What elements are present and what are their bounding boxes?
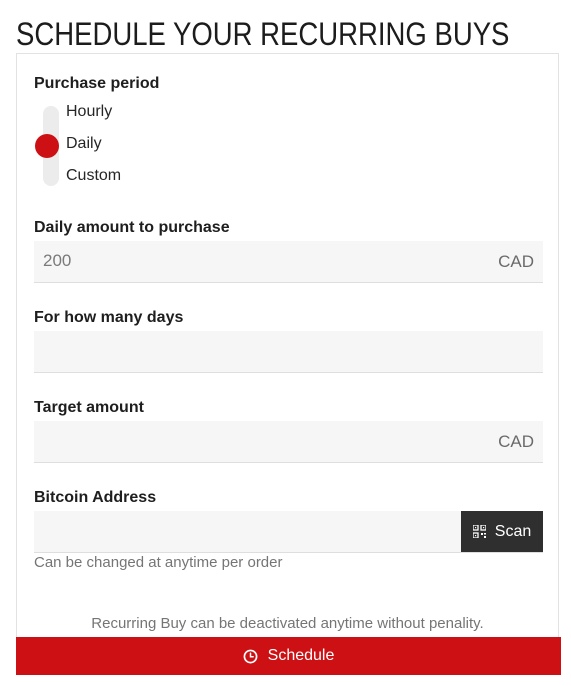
page-title: SCHEDULE YOUR RECURRING BUYS xyxy=(16,16,510,52)
period-option-custom[interactable]: Custom xyxy=(66,167,121,185)
period-option-daily[interactable]: Daily xyxy=(66,135,102,153)
deactivation-note: Recurring Buy can be deactivated anytime… xyxy=(91,615,484,632)
target-amount-input[interactable] xyxy=(34,421,474,461)
bitcoin-address-field: Scan xyxy=(34,511,543,553)
scan-button[interactable]: Scan xyxy=(461,511,543,552)
bitcoin-address-label: Bitcoin Address xyxy=(34,489,157,506)
daily-amount-input[interactable] xyxy=(34,241,474,281)
schedule-button[interactable]: Schedule xyxy=(16,637,561,675)
period-option-hourly[interactable]: Hourly xyxy=(66,103,112,121)
address-help-text: Can be changed at anytime per order xyxy=(34,554,283,571)
target-amount-field: CAD xyxy=(34,421,543,463)
daily-amount-unit: CAD xyxy=(498,252,534,271)
target-amount-label: Target amount xyxy=(34,399,144,416)
period-slider-knob[interactable] xyxy=(35,134,59,158)
recurring-buy-form: Purchase period Hourly Daily Custom Dail… xyxy=(16,53,559,637)
target-amount-unit: CAD xyxy=(498,432,534,451)
days-label: For how many days xyxy=(34,309,184,326)
days-input[interactable] xyxy=(34,331,474,371)
scan-button-label: Scan xyxy=(494,522,532,540)
schedule-button-label: Schedule xyxy=(267,647,335,664)
purchase-period-label: Purchase period xyxy=(34,75,160,92)
bitcoin-address-input[interactable] xyxy=(34,511,454,551)
qr-code-icon xyxy=(472,525,486,538)
period-slider[interactable] xyxy=(35,106,59,186)
clock-icon xyxy=(243,649,258,663)
daily-amount-field: CAD xyxy=(34,241,543,283)
daily-amount-label: Daily amount to purchase xyxy=(34,219,230,236)
days-field xyxy=(34,331,543,373)
